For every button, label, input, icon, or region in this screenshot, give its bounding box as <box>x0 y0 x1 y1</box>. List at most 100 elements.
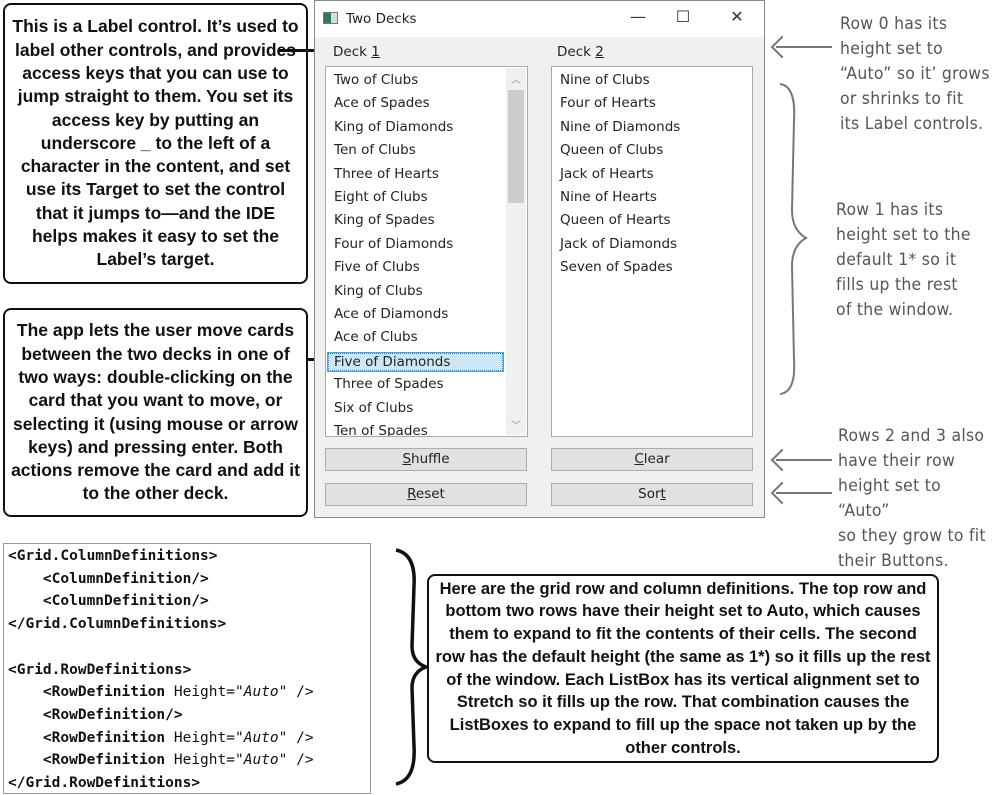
minimize-button[interactable]: — <box>623 7 653 26</box>
code-attr: Height=" <box>165 729 244 746</box>
code-end: " /> <box>278 752 314 769</box>
deck2-label[interactable]: Deck 2 <box>557 44 604 60</box>
title-bar[interactable]: Two Decks — ☐ ✕ <box>315 1 764 37</box>
callout-text: This is a Label control. It’s used to la… <box>12 16 299 270</box>
code-end: " /> <box>278 729 314 746</box>
deck1-label[interactable]: Deck 1 <box>333 44 380 60</box>
code-line: </Grid.ColumnDefinitions> <box>8 613 370 636</box>
scroll-down-icon[interactable]: ﹀ <box>506 417 526 432</box>
curly-brace-icon <box>779 83 809 395</box>
list-item-selected[interactable]: Five of Diamonds <box>327 351 504 372</box>
row0-note: Row 0 has its height set to “Auto” so it… <box>840 14 990 134</box>
code-tag: <RowDefinition <box>8 729 166 746</box>
list-item[interactable]: Five of Clubs <box>334 259 420 275</box>
label-text: Deck <box>333 44 372 60</box>
access-key: S <box>402 451 412 467</box>
deck2-listbox[interactable]: Seven of Spades Jack of Diamonds Queen of … <box>551 66 753 437</box>
app-icon <box>323 12 338 24</box>
code-line: </Grid.RowDefinitions> <box>8 772 370 795</box>
list-item[interactable]: Ace of Diamonds <box>334 306 448 322</box>
list-item[interactable]: Six of Clubs <box>334 400 413 416</box>
code-line: <ColumnDefinition/> <box>8 590 370 613</box>
curly-brace-icon <box>395 548 430 786</box>
code-tag: <ColumnDefinition/> <box>8 593 209 610</box>
access-key: t <box>660 486 666 502</box>
deck1-scrollbar[interactable]: ︿ ﹀ <box>506 68 526 435</box>
list-item[interactable]: Eight of Clubs <box>334 189 428 205</box>
two-decks-window: Two Decks — ☐ ✕ Deck 1 Deck 2 Ten of Spa… <box>314 0 765 518</box>
deck1-listbox[interactable]: Ten of Spades Six of Clubs Three of Spades… <box>325 66 528 437</box>
list-item[interactable]: Ten of Clubs <box>334 142 416 158</box>
code-attr: Height=" <box>165 752 244 769</box>
scroll-thumb[interactable] <box>508 90 524 203</box>
code-tag: <ColumnDefinition/> <box>8 570 209 587</box>
code-end: " /> <box>278 684 314 701</box>
clear-button[interactable]: Clear <box>551 448 753 471</box>
grid-definitions-callout: Here are the grid row and column definit… <box>427 574 939 763</box>
code-line: <RowDefinition Height="Auto" /> <box>8 749 370 772</box>
row1-note: Row 1 has its height set to the default … <box>836 200 971 320</box>
access-key: 2 <box>595 44 604 60</box>
list-item[interactable]: Nine of Diamonds <box>560 119 680 135</box>
code-tag: <RowDefinition <box>8 684 166 701</box>
code-tag: </Grid.ColumnDefinitions> <box>8 616 227 633</box>
list-item[interactable]: Four of Diamonds <box>334 236 453 252</box>
list-item[interactable]: Queen of Clubs <box>560 142 663 158</box>
list-item[interactable]: Jack of Hearts <box>560 166 654 182</box>
list-item[interactable]: Nine of Clubs <box>560 72 650 88</box>
callout-text: Here are the grid row and column definit… <box>435 579 931 757</box>
btn-text: Sor <box>638 486 661 502</box>
code-line: <RowDefinition Height="Auto" /> <box>8 727 370 750</box>
code-tag: <RowDefinition <box>8 752 166 769</box>
code-attr: Height=" <box>165 684 244 701</box>
btn-text: huffle <box>411 451 450 467</box>
reset-button[interactable]: Reset <box>325 483 527 506</box>
access-key: 1 <box>371 44 380 60</box>
list-item[interactable]: Two of Clubs <box>334 72 418 88</box>
left-arrow-icon <box>776 46 832 48</box>
window-title: Two Decks <box>346 11 417 27</box>
move-cards-callout: The app lets the user move cards between… <box>3 308 308 517</box>
btn-text: lear <box>643 451 670 467</box>
sort-button[interactable]: Sort <box>551 483 753 506</box>
code-tag: <Grid.RowDefinitions> <box>8 661 192 678</box>
list-item[interactable]: Queen of Hearts <box>560 212 671 228</box>
code-value: Auto <box>243 729 279 746</box>
code-line: <RowDefinition/> <box>8 704 370 727</box>
left-arrow-icon <box>776 459 832 461</box>
shuffle-button[interactable]: Shuffle <box>325 448 527 471</box>
code-line: <Grid.ColumnDefinitions> <box>8 545 370 568</box>
code-line: <ColumnDefinition/> <box>8 568 370 591</box>
scroll-up-icon[interactable]: ︿ <box>506 71 526 86</box>
list-item[interactable]: Ace of Clubs <box>334 329 418 345</box>
list-item[interactable]: King of Clubs <box>334 283 423 299</box>
list-item[interactable]: Ten of Spades <box>334 423 428 436</box>
code-value: Auto <box>243 752 279 769</box>
list-item[interactable]: King of Diamonds <box>334 119 453 135</box>
code-line: <Grid.RowDefinitions> <box>8 659 370 682</box>
label-text: Deck <box>557 44 596 60</box>
list-item[interactable]: Four of Hearts <box>560 95 656 111</box>
list-item[interactable]: Seven of Spades <box>560 259 673 275</box>
code-value: Auto <box>243 684 279 701</box>
btn-text: eset <box>415 486 445 502</box>
list-item[interactable]: Three of Spades <box>334 376 444 392</box>
access-key: R <box>407 486 416 502</box>
list-item[interactable]: Nine of Hearts <box>560 189 657 205</box>
label-control-callout: This is a Label control. It’s used to la… <box>3 3 308 284</box>
callout-text: The app lets the user move cards between… <box>11 320 300 504</box>
rows23-note: Rows 2 and 3 also have their row height … <box>838 426 986 571</box>
list-item[interactable]: King of Spades <box>334 212 435 228</box>
list-item[interactable]: Ace of Spades <box>334 95 430 111</box>
xaml-code-block: <Grid.ColumnDefinitions> <ColumnDefiniti… <box>3 543 371 794</box>
left-arrow-icon <box>776 492 832 494</box>
list-item[interactable]: Three of Hearts <box>334 166 439 182</box>
code-tag: <Grid.ColumnDefinitions> <box>8 548 218 564</box>
code-tag: <RowDefinition/> <box>8 706 183 723</box>
close-button[interactable]: ✕ <box>722 7 752 26</box>
list-item[interactable]: Jack of Diamonds <box>560 236 677 252</box>
maximize-button[interactable]: ☐ <box>668 7 698 26</box>
code-tag: </Grid.RowDefinitions> <box>8 775 201 792</box>
access-key: C <box>634 451 644 467</box>
